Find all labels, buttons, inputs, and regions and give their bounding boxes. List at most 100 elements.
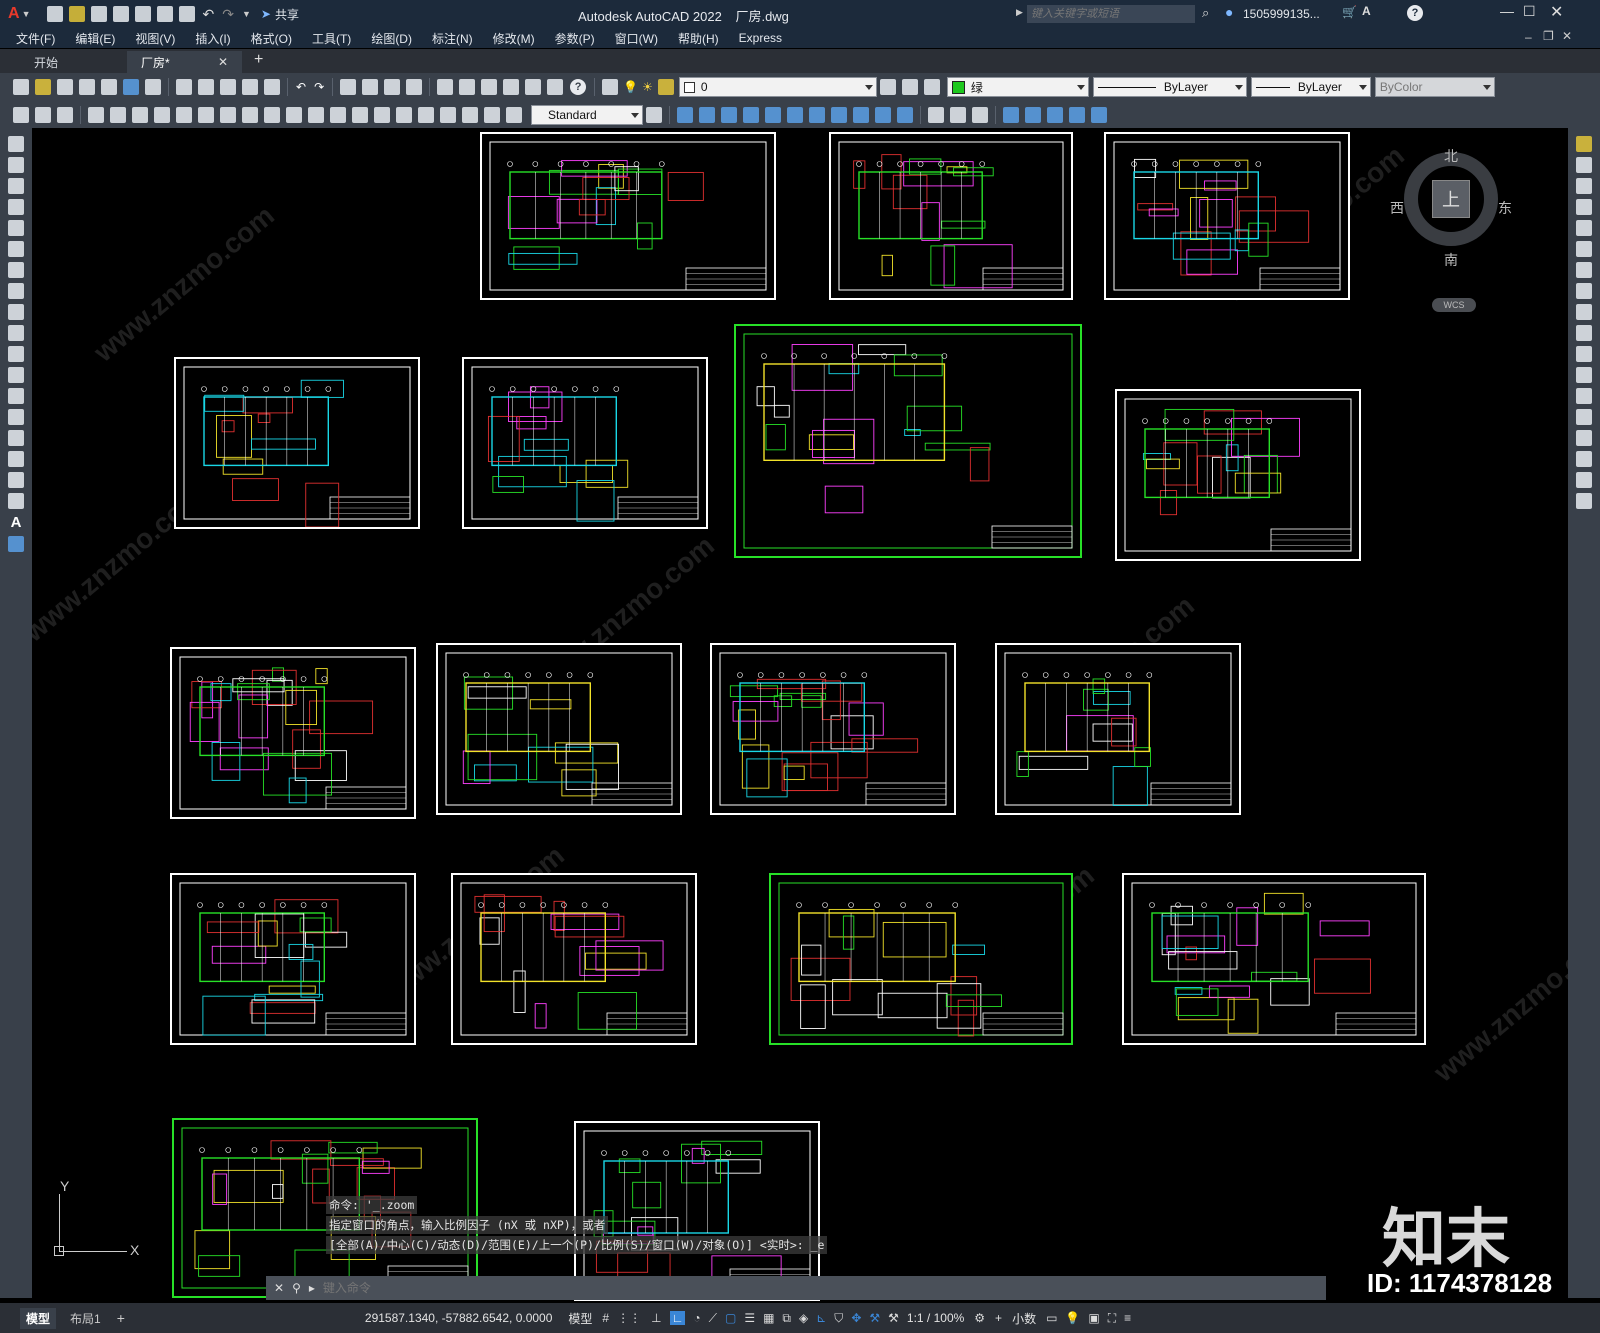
circle-icon[interactable] (8, 262, 24, 278)
autocad-logo-icon[interactable]: A (8, 5, 20, 23)
model-space-canvas[interactable]: www.znzmo.com www.znzmo.com www.znzmo.co… (32, 128, 1568, 1303)
spline-icon[interactable] (8, 304, 24, 320)
center-mark-icon[interactable] (396, 106, 412, 123)
torus-icon[interactable] (787, 106, 803, 123)
hatch-icon[interactable] (8, 430, 24, 446)
doc-restore-button[interactable]: ❐ (1543, 29, 1554, 43)
layer-previous-icon[interactable] (901, 79, 918, 95)
diameter-dimension-icon[interactable] (220, 106, 236, 123)
search-expand-icon[interactable]: ▶ (1016, 7, 1023, 18)
tab-start[interactable]: 开始 (20, 51, 125, 73)
annotation-scale[interactable]: 1:1 / 100% (907, 1311, 964, 1325)
new-tab-icon[interactable]: + (254, 51, 263, 69)
web-mobile-open-icon[interactable] (135, 6, 152, 22)
mirror-icon[interactable] (1576, 178, 1592, 194)
web-mobile-save-icon[interactable] (157, 6, 174, 22)
move-icon[interactable] (1576, 241, 1592, 257)
save-as-icon[interactable] (113, 6, 130, 22)
copy-icon[interactable] (198, 79, 214, 95)
block-editor-icon[interactable] (264, 79, 280, 95)
menu-window[interactable]: 窗口(W) (605, 30, 668, 47)
send-to-back-icon[interactable] (57, 106, 73, 123)
table-icon[interactable] (8, 493, 24, 509)
app-menu-dropdown-icon[interactable]: ▼ (22, 9, 31, 19)
help-icon[interactable]: ? (570, 79, 587, 95)
customization-icon[interactable]: ≡ (1124, 1311, 1131, 1325)
intersect-icon[interactable] (972, 106, 988, 123)
menu-help[interactable]: 帮助(H) (668, 30, 729, 47)
inspection-icon[interactable] (418, 106, 434, 123)
gizmo-icon[interactable]: ✥ (851, 1311, 861, 1325)
compass-east[interactable]: 东 (1498, 198, 1512, 218)
multiline-text-icon[interactable]: A (11, 514, 22, 531)
layer-thaw-icon[interactable]: ☀ (642, 80, 653, 94)
color-dropdown[interactable]: 绿 (946, 77, 1089, 97)
cut-icon[interactable] (176, 79, 192, 95)
customize-icon[interactable]: ⚲ (292, 1281, 301, 1295)
jogged-linear-icon[interactable] (440, 106, 456, 123)
zoom-realtime-icon[interactable] (362, 79, 379, 95)
menu-view[interactable]: 视图(V) (125, 30, 185, 47)
cylinder-icon[interactable] (765, 106, 781, 123)
union-icon[interactable] (928, 106, 944, 123)
layer-dropdown[interactable]: 0 (678, 77, 877, 97)
dimension-break-icon[interactable] (352, 106, 368, 123)
polar-icon[interactable]: ◔ (693, 1311, 700, 1325)
save-icon[interactable] (57, 79, 73, 95)
dimension-text-edit-icon[interactable] (484, 106, 500, 123)
add-layout-icon[interactable]: + (117, 1310, 125, 1326)
open-icon[interactable] (35, 79, 51, 95)
selection-cycling-icon[interactable]: ⧉ (782, 1311, 791, 1326)
trim-icon[interactable] (1576, 325, 1592, 341)
zoom-window-icon[interactable] (384, 79, 401, 95)
polyline-icon[interactable] (8, 178, 24, 194)
pyramid-icon[interactable] (809, 106, 825, 123)
share-button[interactable]: 共享 (275, 6, 299, 23)
new-file-icon[interactable] (47, 6, 64, 22)
isolate-objects-icon[interactable]: 💡 (1065, 1311, 1080, 1325)
share-icon[interactable]: ➤ (261, 7, 271, 21)
compass-north[interactable]: 北 (1444, 146, 1458, 166)
rotate-icon[interactable] (1576, 262, 1592, 278)
annotation-monitor-icon[interactable]: + (995, 1311, 1002, 1325)
quickcalc-icon[interactable] (547, 79, 564, 95)
ortho-icon[interactable]: ∟ (669, 1311, 686, 1325)
box-icon[interactable] (677, 106, 693, 123)
doc-minimize-button[interactable]: – (1525, 30, 1532, 44)
drawing-sheet[interactable] (462, 357, 708, 529)
3d-rotate-icon[interactable] (1025, 106, 1041, 123)
fillet-icon[interactable] (1576, 451, 1592, 467)
snap-icon[interactable]: ⋮⋮ (617, 1311, 641, 1325)
drawing-sheet[interactable] (436, 643, 682, 815)
wedge-icon[interactable] (699, 106, 715, 123)
menu-draw[interactable]: 绘图(D) (361, 30, 422, 47)
auto-scale-icon[interactable]: ⚒ (888, 1311, 899, 1325)
array-icon[interactable] (1576, 220, 1592, 236)
3d-move-icon[interactable] (1003, 106, 1019, 123)
join-icon[interactable] (1576, 409, 1592, 425)
cone-icon[interactable] (721, 106, 737, 123)
scale-icon[interactable] (1576, 283, 1592, 299)
maximize-button[interactable]: ☐ (1523, 3, 1536, 20)
layer-properties-icon[interactable] (602, 79, 619, 95)
arc-icon[interactable] (8, 241, 24, 257)
sphere-icon[interactable] (743, 106, 759, 123)
polygon-icon[interactable] (8, 199, 24, 215)
arc-length-icon[interactable] (132, 106, 148, 123)
dynamic-ucs-icon[interactable]: ⊾ (816, 1311, 826, 1325)
drawing-sheet[interactable] (769, 873, 1073, 1045)
minimize-button[interactable]: — (1500, 3, 1514, 19)
menu-parametric[interactable]: 参数(P) (545, 30, 605, 47)
construction-line-icon[interactable] (8, 157, 24, 173)
plot-icon[interactable] (179, 6, 196, 22)
layout-tab-model[interactable]: 模型 (20, 1307, 57, 1329)
layout-tab-layout1[interactable]: 布局1 (64, 1308, 107, 1329)
drawing-sheet[interactable] (170, 647, 416, 819)
doc-close-button[interactable]: ✕ (1562, 29, 1572, 43)
dimension-update-icon[interactable] (506, 106, 522, 123)
coordinates-readout[interactable]: 291587.1340, -57882.6542, 0.0000 (365, 1311, 553, 1325)
linear-dimension-icon[interactable] (88, 106, 104, 123)
insert-block-icon[interactable] (8, 367, 24, 383)
draworder-icon[interactable] (13, 106, 29, 123)
stretch-icon[interactable] (1576, 304, 1592, 320)
